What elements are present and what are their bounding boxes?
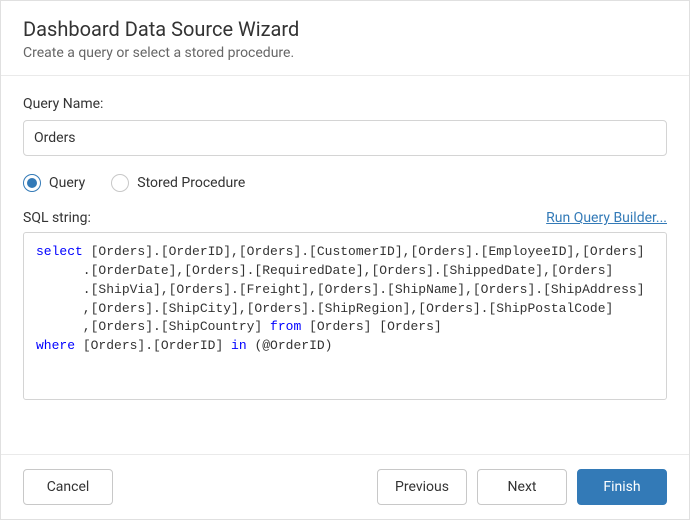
sql-string-editor[interactable]: select [Orders].[OrderID],[Orders].[Cust… — [23, 232, 667, 400]
wizard-header: Dashboard Data Source Wizard Create a qu… — [1, 1, 689, 76]
wizard-body: Query Name: Query Stored Procedure SQL s… — [1, 76, 689, 454]
radio-circle-icon — [23, 174, 41, 192]
query-type-radio-group: Query Stored Procedure — [23, 174, 667, 192]
wizard-dialog: Dashboard Data Source Wizard Create a qu… — [0, 0, 690, 520]
wizard-footer: Cancel Previous Next Finish — [1, 454, 689, 519]
wizard-title: Dashboard Data Source Wizard — [23, 17, 667, 41]
query-name-label: Query Name: — [23, 96, 667, 112]
query-name-input[interactable] — [23, 120, 667, 156]
radio-dot-icon — [27, 178, 37, 188]
wizard-subtitle: Create a query or select a stored proced… — [23, 45, 667, 61]
cancel-button[interactable]: Cancel — [23, 469, 113, 505]
previous-button[interactable]: Previous — [377, 469, 467, 505]
radio-circle-icon — [111, 174, 129, 192]
radio-stored-procedure-label: Stored Procedure — [137, 175, 245, 191]
next-button[interactable]: Next — [477, 469, 567, 505]
sql-string-label: SQL string: — [23, 210, 91, 226]
sql-label-row: SQL string: Run Query Builder... — [23, 210, 667, 226]
finish-button[interactable]: Finish — [577, 469, 667, 505]
footer-right-group: Previous Next Finish — [377, 469, 667, 505]
radio-query[interactable]: Query — [23, 174, 85, 192]
radio-stored-procedure[interactable]: Stored Procedure — [111, 174, 245, 192]
radio-query-label: Query — [49, 175, 85, 191]
run-query-builder-link[interactable]: Run Query Builder... — [546, 210, 667, 226]
